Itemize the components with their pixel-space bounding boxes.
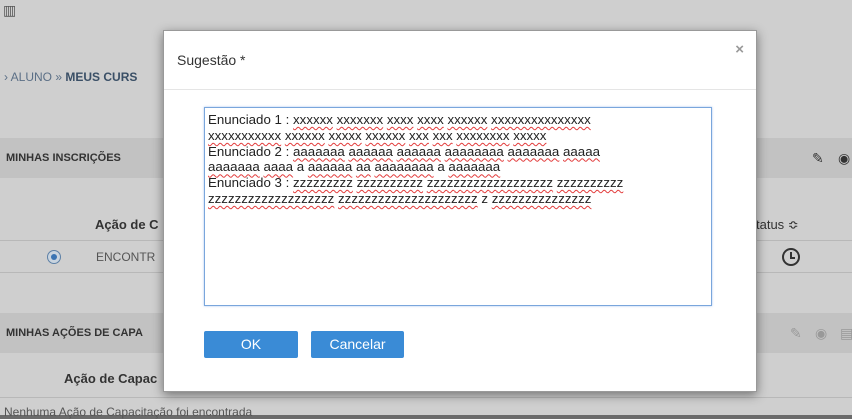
misspelled-word: aa [355, 159, 371, 175]
misspelled-word: aaaaaa [396, 143, 441, 159]
misspelled-word: xxxx [386, 112, 414, 127]
text-segment: z [477, 190, 492, 206]
misspelled-word: xxxxx [328, 127, 362, 143]
breadcrumb-current: MEUS CURS [65, 70, 138, 84]
dialog-title: Sugestão * [177, 52, 246, 68]
text-line: Enunciado 3 : zzzzzzzzz zzzzzzzzzz zzzzz… [208, 175, 708, 191]
misspelled-word: zzzzzzzzzz [356, 175, 424, 191]
misspelled-word: xxxxxxx [336, 112, 384, 127]
misspelled-word: zzzzzzzzz [293, 175, 353, 191]
text-line: zzzzzzzzzzzzzzzzzzz zzzzzzzzzzzzzzzzzzzz… [208, 191, 708, 207]
misspelled-word: zzzzzzzzzzzzzzzzzzz [208, 190, 335, 206]
text-line: xxxxxxxxxxx xxxxxx xxxxx xxxxxx xxx xxx … [208, 128, 708, 144]
text-line: Enunciado 2 : aaaaaaa aaaaaa aaaaaa aaaa… [208, 144, 708, 160]
misspelled-word: aaaaaaa [448, 159, 501, 175]
text-line: aaaaaaa aaaa a aaaaaa aa aaaaaaaa a aaaa… [208, 159, 708, 175]
misspelled-word: aaaaa [563, 143, 600, 159]
text-segment: a [293, 159, 308, 175]
eye-icon[interactable]: ◉ [815, 326, 827, 340]
misspelled-word: xxxxxx [284, 127, 325, 143]
close-icon[interactable]: × [735, 41, 744, 58]
section-title-acoes: MINHAS AÇÕES DE CAPA [6, 327, 143, 339]
text-segment: Enunciado 3 : [208, 175, 294, 191]
suggestion-dialog: Sugestão * × Enunciado 1 : xxxxxx xxxxxx… [163, 30, 757, 392]
text-segment: Enunciado 1 : [208, 112, 294, 127]
misspelled-word: aaaaaaa [293, 143, 345, 159]
dialog-footer: OK Cancelar [164, 331, 756, 391]
misspelled-word: aaaaaaa [208, 159, 260, 175]
pencil-icon[interactable]: ✎ [812, 151, 824, 165]
misspelled-word: zzzzzzzzzzzzzzzzzzz [426, 175, 554, 191]
misspelled-word: aaaaaa [348, 143, 393, 159]
breadcrumb-prefix[interactable]: ALUNO » [11, 70, 66, 84]
misspelled-word: xxxxxx [365, 127, 406, 143]
empty-message: Nenhuma Ação de Capacitação foi encontra… [4, 405, 253, 419]
clock-icon [782, 248, 800, 266]
logo-icon: ▥ [3, 2, 17, 18]
column-header-acao-capacitacao[interactable]: Ação de Capac [64, 371, 157, 386]
misspelled-word: xxxxxx [447, 112, 488, 127]
text-line: Enunciado 1 : xxxxxx xxxxxxx xxxx xxxx x… [208, 112, 708, 128]
row-divider [0, 397, 852, 398]
misspelled-word: zzzzzzzzzz [556, 175, 624, 191]
misspelled-word: xxx [408, 127, 429, 143]
section-title-inscricoes: MINHAS INSCRIÇÕES [6, 152, 121, 164]
row-acao: ENCONTR [96, 250, 156, 264]
print-icon[interactable]: ▤ [840, 326, 852, 340]
misspelled-word: aaaaaaaa [374, 159, 434, 175]
ok-button[interactable]: OK [204, 331, 298, 358]
misspelled-word: aaaaaaaa [444, 143, 504, 159]
misspelled-word: zzzzzzzzzzzzzzzzzzzzz [338, 190, 478, 206]
misspelled-word: aaaa [263, 159, 294, 175]
text-segment: Enunciado 2 : [208, 143, 294, 159]
misspelled-word: xxxxxxxx [456, 127, 510, 143]
breadcrumb: › ALUNO » MEUS CURS [4, 70, 137, 84]
text-segment: a [433, 159, 449, 175]
eye-icon[interactable]: ◉ [838, 151, 850, 165]
column-header-status[interactable]: tatus ≎ [756, 217, 799, 233]
misspelled-word: aaaaaaa [507, 143, 560, 159]
column-header-acao[interactable]: Ação de C [95, 217, 159, 232]
pencil-icon[interactable]: ✎ [790, 326, 802, 340]
misspelled-word: xxxxx [513, 127, 547, 143]
dialog-header: Sugestão * × [164, 31, 756, 90]
misspelled-word: xxxxxx [293, 112, 333, 127]
row-radio[interactable] [47, 250, 61, 264]
misspelled-word: xxxxxxxxxxxxxxx [491, 112, 591, 127]
misspelled-word: xxxx [417, 112, 444, 127]
misspelled-word: zzzzzzzzzzzzzzz [491, 190, 592, 206]
suggestion-textarea[interactable]: Enunciado 1 : xxxxxx xxxxxxx xxxx xxxx x… [204, 107, 712, 306]
misspelled-word: xxx [432, 127, 453, 143]
chevron-icon: › [4, 70, 8, 84]
misspelled-word: xxxxxxxxxxx [208, 127, 282, 143]
cancel-button[interactable]: Cancelar [311, 331, 404, 358]
misspelled-word: aaaaaa [307, 159, 353, 175]
